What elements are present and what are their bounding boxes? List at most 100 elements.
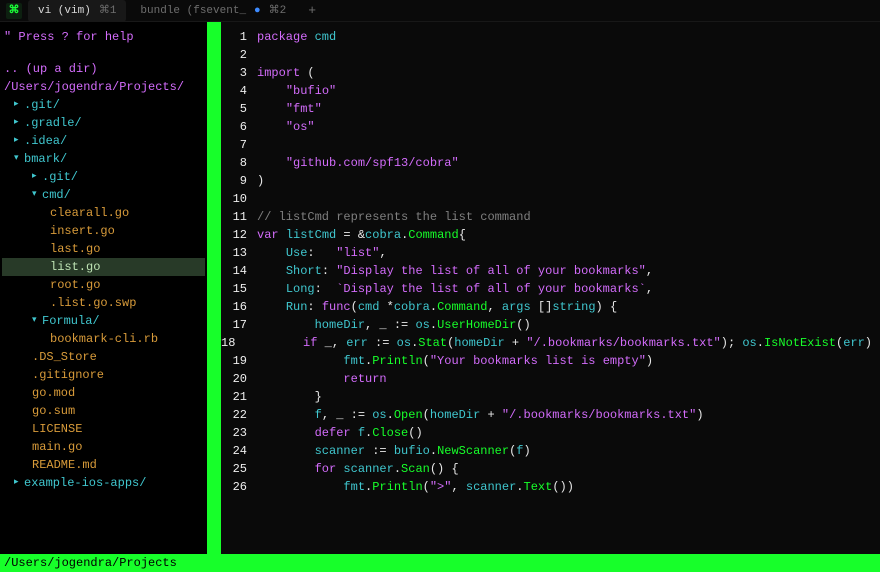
code-text: } [257,388,880,406]
code-line[interactable]: 18 if _, err := os.Stat(homeDir + "/.boo… [221,334,880,352]
terminal-tab-1[interactable]: bundle (fsevent_ ● ⌘2 [130,0,296,22]
code-line[interactable]: 3import ( [221,64,880,82]
tree-file[interactable]: LICENSE [2,420,205,438]
tree-file[interactable]: go.mod [2,384,205,402]
status-bar: /Users/jogendra/Projects [0,554,880,572]
tree-file[interactable]: README.md [2,456,205,474]
tree-dir[interactable]: ▸ .gradle/ [2,114,205,132]
code-line[interactable]: 17 homeDir, _ := os.UserHomeDir() [221,316,880,334]
tree-file[interactable]: bookmark-cli.rb [2,330,205,348]
code-line[interactable]: 13 Use: "list", [221,244,880,262]
new-tab-button[interactable]: + [300,2,324,20]
code-line[interactable]: 11// listCmd represents the list command [221,208,880,226]
code-line[interactable]: 24 scanner := bufio.NewScanner(f) [221,442,880,460]
tree-file[interactable]: .DS_Store [2,348,205,366]
terminal-tab-0[interactable]: vi (vim) ⌘1 [28,0,126,22]
tree-item-name: last.go [50,240,100,258]
tree-file[interactable]: go.sum [2,402,205,420]
code-line[interactable]: 12var listCmd = &cobra.Command{ [221,226,880,244]
tree-file[interactable]: main.go [2,438,205,456]
tree-dir[interactable]: ▾ bmark/ [2,150,205,168]
line-number: 24 [221,442,257,460]
line-number: 5 [221,100,257,118]
code-line[interactable]: 10 [221,190,880,208]
tree-item-name: cmd/ [42,186,71,204]
line-number: 25 [221,460,257,478]
code-text [257,46,880,64]
code-line[interactable]: 16 Run: func(cmd *cobra.Command, args []… [221,298,880,316]
tree-file[interactable]: last.go [2,240,205,258]
code-text: fmt.Println(">", scanner.Text()) [257,478,880,496]
chevron-right-icon: ▸ [14,131,24,149]
tree-item-name: go.mod [32,384,75,402]
code-text: fmt.Println("Your bookmarks list is empt… [257,352,880,370]
code-line[interactable]: 15 Long: `Display the list of all of you… [221,280,880,298]
code-text: "bufio" [257,82,880,100]
line-number: 20 [221,370,257,388]
up-dir[interactable]: .. (up a dir) [2,60,205,78]
tree-file[interactable]: root.go [2,276,205,294]
line-number: 17 [221,316,257,334]
code-text: ) [257,172,880,190]
tree-item-name: example-ios-apps/ [24,474,146,492]
tree-item-name: bmark/ [24,150,67,168]
code-line[interactable]: 4 "bufio" [221,82,880,100]
line-number: 13 [221,244,257,262]
code-text: "fmt" [257,100,880,118]
status-path: /Users/jogendra/Projects [4,556,177,570]
tree-file[interactable]: clearall.go [2,204,205,222]
code-text: scanner := bufio.NewScanner(f) [257,442,880,460]
tree-item-name: go.sum [32,402,75,420]
line-number: 18 [221,334,245,352]
tree-item-name: main.go [32,438,82,456]
tree-dir[interactable]: ▸ .git/ [2,96,205,114]
line-number: 3 [221,64,257,82]
line-number: 11 [221,208,257,226]
tree-item-name: .git/ [24,96,60,114]
tree-dir[interactable]: ▸ .git/ [2,168,205,186]
tree-file[interactable]: .gitignore [2,366,205,384]
tree-item-name: .idea/ [24,132,67,150]
code-line[interactable]: 23 defer f.Close() [221,424,880,442]
code-line[interactable]: 8 "github.com/spf13/cobra" [221,154,880,172]
line-number: 15 [221,280,257,298]
tree-file[interactable]: insert.go [2,222,205,240]
code-line[interactable]: 5 "fmt" [221,100,880,118]
tree-dir[interactable]: ▸ .idea/ [2,132,205,150]
tree-file[interactable]: list.go [2,258,205,276]
tree-dir[interactable]: ▸ example-ios-apps/ [2,474,205,492]
code-line[interactable]: 1package cmd [221,28,880,46]
code-line[interactable]: 20 return [221,370,880,388]
tree-dir[interactable]: ▾ Formula/ [2,312,205,330]
code-pane[interactable]: 1package cmd2 3import (4 "bufio"5 "fmt"6… [221,22,880,554]
tree-item-name: .DS_Store [32,348,97,366]
code-line[interactable]: 26 fmt.Println(">", scanner.Text()) [221,478,880,496]
tree-dir[interactable]: ▾ cmd/ [2,186,205,204]
tree-file[interactable]: .list.go.swp [2,294,205,312]
code-text: Long: `Display the list of all of your b… [257,280,880,298]
root-path[interactable]: /Users/jogendra/Projects/ [2,78,205,96]
line-number: 10 [221,190,257,208]
code-line[interactable]: 2 [221,46,880,64]
line-number: 6 [221,118,257,136]
code-line[interactable]: 21 } [221,388,880,406]
tree-item-name: .gitignore [32,366,104,384]
tab-label: vi (vim) [38,2,91,20]
tab-bar: ⌘ vi (vim) ⌘1 bundle (fsevent_ ● ⌘2 + [0,0,880,22]
code-line[interactable]: 25 for scanner.Scan() { [221,460,880,478]
code-line[interactable]: 7 [221,136,880,154]
line-number: 9 [221,172,257,190]
chevron-down-icon: ▾ [32,185,42,203]
code-line[interactable]: 14 Short: "Display the list of all of yo… [221,262,880,280]
code-text: package cmd [257,28,880,46]
tree-item-name: bookmark-cli.rb [50,330,158,348]
tree-item-name: LICENSE [32,420,82,438]
code-line[interactable]: 19 fmt.Println("Your bookmarks list is e… [221,352,880,370]
code-line[interactable]: 9) [221,172,880,190]
code-text [257,190,880,208]
line-number: 26 [221,478,257,496]
code-line[interactable]: 6 "os" [221,118,880,136]
nerdtree-sidebar[interactable]: " Press ? for help .. (up a dir) /Users/… [0,22,207,554]
code-line[interactable]: 22 f, _ := os.Open(homeDir + "/.bookmark… [221,406,880,424]
line-number: 21 [221,388,257,406]
